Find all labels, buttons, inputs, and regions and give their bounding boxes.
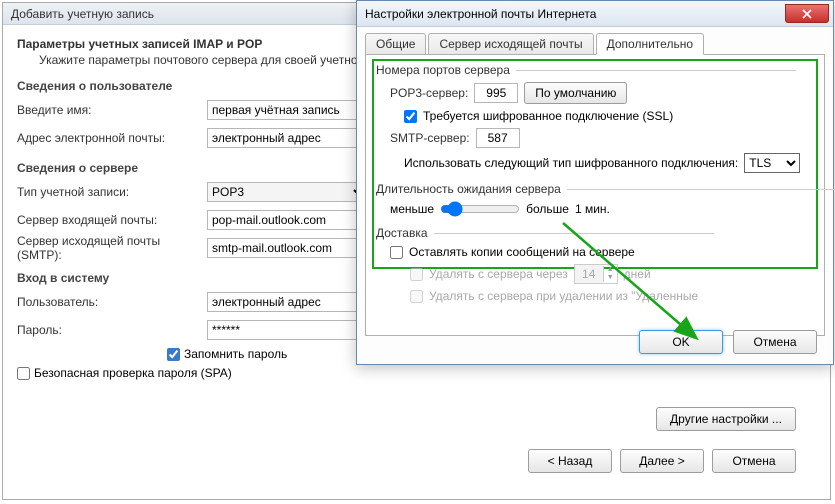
account-type-select[interactable]: POP3 xyxy=(207,182,367,202)
default-ports-button[interactable]: По умолчанию xyxy=(524,82,627,104)
back-button[interactable]: < Назад xyxy=(528,449,612,473)
server-ports-legend: Номера портов сервера xyxy=(376,63,510,77)
remember-password-checkbox[interactable] xyxy=(167,348,180,361)
email-settings-dialog: Настройки электронной почты Интернета Об… xyxy=(356,0,834,365)
ok-button[interactable]: OK xyxy=(639,330,723,354)
tab-outgoing-server[interactable]: Сервер исходящей почты xyxy=(428,33,593,54)
tab-advanced[interactable]: Дополнительно xyxy=(596,33,704,55)
encryption-label: Использовать следующий тип шифрованного … xyxy=(404,156,738,170)
name-label: Введите имя: xyxy=(17,103,207,117)
remove-deleted-checkbox xyxy=(410,290,423,303)
spa-checkbox[interactable] xyxy=(17,367,30,380)
ssl-label: Требуется шифрованное подключение (SSL) xyxy=(423,109,673,123)
smtp-label: SMTP-сервер: xyxy=(390,131,470,145)
remove-deleted-label: Удалять с сервера при удалении из "Удале… xyxy=(429,289,698,303)
remove-after-days-input xyxy=(575,265,603,283)
pop3-label: POP3-сервер: xyxy=(390,86,468,100)
advanced-panel: Номера портов сервера POP3-сервер: По ум… xyxy=(365,54,825,336)
incoming-label: Сервер входящей почты: xyxy=(17,213,207,227)
more-settings-button[interactable]: Другие настройки ... xyxy=(656,407,796,431)
ssl-checkbox[interactable] xyxy=(404,110,417,123)
email-label: Адрес электронной почты: xyxy=(17,131,207,145)
encryption-select[interactable]: TLS xyxy=(744,153,800,173)
name-input[interactable] xyxy=(207,100,367,120)
close-icon xyxy=(802,9,812,19)
leave-copy-label: Оставлять копии сообщений на сервере xyxy=(409,245,635,259)
next-button[interactable]: Далее > xyxy=(620,449,704,473)
remove-after-checkbox xyxy=(410,268,423,281)
password-label: Пароль: xyxy=(17,323,207,337)
smtp-port-input[interactable] xyxy=(476,128,520,148)
outgoing-label: Сервер исходящей почты (SMTP): xyxy=(17,234,207,262)
spa-label: Безопасная проверка пароля (SPA) xyxy=(34,366,232,380)
username-input[interactable] xyxy=(207,292,367,312)
outgoing-input[interactable] xyxy=(207,238,367,258)
timeout-less-label: меньше xyxy=(390,202,434,216)
remove-after-days-spinner: ▲▼ xyxy=(574,264,618,284)
close-button[interactable] xyxy=(785,4,829,23)
timeout-more-label: больше xyxy=(526,202,569,216)
remember-password-label: Запомнить пароль xyxy=(184,347,287,361)
timeout-slider[interactable] xyxy=(440,201,520,217)
days-label: дней xyxy=(624,267,651,281)
delivery-legend: Доставка xyxy=(376,226,428,240)
incoming-input[interactable] xyxy=(207,210,367,230)
account-type-label: Тип учетной записи: xyxy=(17,185,207,199)
email-settings-title: Настройки электронной почты Интернета xyxy=(365,7,596,21)
cancel-button[interactable]: Отмена xyxy=(712,449,796,473)
spinner-up-icon: ▲ xyxy=(604,266,617,274)
pop3-port-input[interactable] xyxy=(474,83,518,103)
password-input[interactable] xyxy=(207,320,367,340)
timeout-value: 1 мин. xyxy=(575,202,610,216)
front-cancel-button[interactable]: Отмена xyxy=(733,330,817,354)
remove-after-label: Удалять с сервера через xyxy=(429,267,568,281)
spinner-down-icon: ▼ xyxy=(604,274,617,282)
username-label: Пользователь: xyxy=(17,295,207,309)
leave-copy-checkbox[interactable] xyxy=(390,246,403,259)
tab-general[interactable]: Общие xyxy=(365,33,426,54)
timeout-legend: Длительность ожидания сервера xyxy=(376,182,561,196)
email-input[interactable] xyxy=(207,128,367,148)
